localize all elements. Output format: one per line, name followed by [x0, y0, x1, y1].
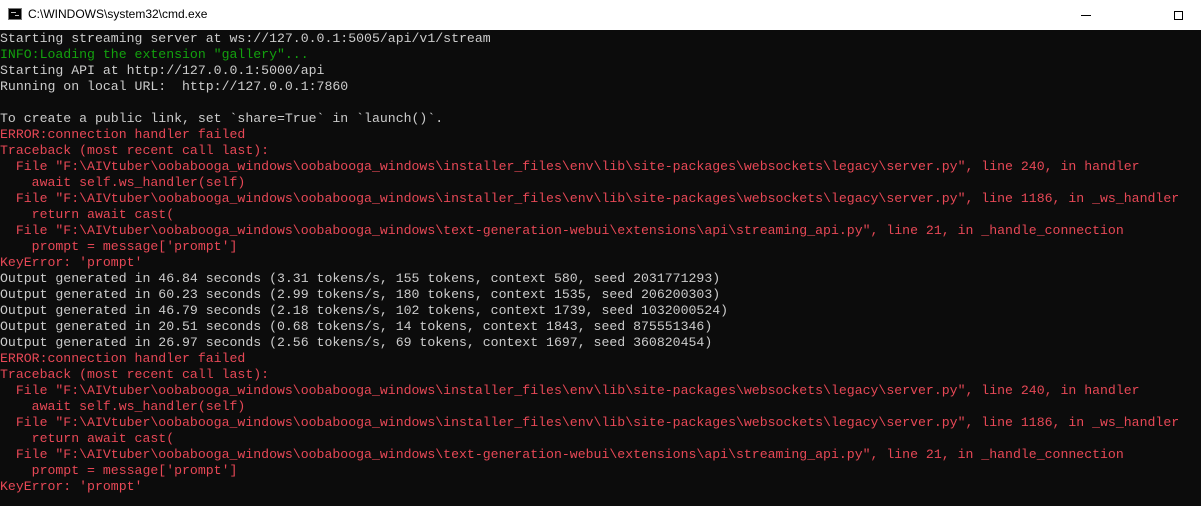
console-line: File "F:\AIVtuber\oobabooga_windows\ooba…: [0, 223, 1124, 238]
maximize-icon: [1173, 10, 1183, 20]
console-line: INFO:Loading the extension "gallery"...: [0, 47, 309, 62]
console-line: await self.ws_handler(self): [0, 175, 246, 190]
maximize-button[interactable]: [1155, 0, 1201, 30]
minimize-icon: [1081, 15, 1091, 16]
console-line: Starting API at http://127.0.0.1:5000/ap…: [0, 63, 325, 78]
console-line: Output generated in 46.84 seconds (3.31 …: [0, 271, 721, 286]
console-line: File "F:\AIVtuber\oobabooga_windows\ooba…: [0, 159, 1140, 174]
minimize-button[interactable]: [1063, 0, 1109, 30]
console-line: File "F:\AIVtuber\oobabooga_windows\ooba…: [0, 191, 1180, 206]
console-line: Output generated in 46.79 seconds (2.18 …: [0, 303, 729, 318]
console-line: File "F:\AIVtuber\oobabooga_windows\ooba…: [0, 415, 1180, 430]
cmd-window: C:\WINDOWS\system32\cmd.exe Starting str…: [0, 0, 1201, 506]
console-line: prompt = message['prompt']: [0, 239, 238, 254]
console-line: File "F:\AIVtuber\oobabooga_windows\ooba…: [0, 447, 1124, 462]
title-bar[interactable]: C:\WINDOWS\system32\cmd.exe: [0, 0, 1201, 30]
console-line: Starting streaming server at ws://127.0.…: [0, 31, 491, 46]
cmd-icon[interactable]: [8, 8, 22, 20]
console-line: Output generated in 60.23 seconds (2.99 …: [0, 287, 721, 302]
console-line: await self.ws_handler(self): [0, 399, 246, 414]
console-line: To create a public link, set `share=True…: [0, 111, 444, 126]
console-line: Output generated in 20.51 seconds (0.68 …: [0, 319, 713, 334]
console-line: File "F:\AIVtuber\oobabooga_windows\ooba…: [0, 383, 1140, 398]
console-line: KeyError: 'prompt': [0, 255, 143, 270]
console-output[interactable]: Starting streaming server at ws://127.0.…: [0, 30, 1201, 506]
console-line: ERROR:connection handler failed: [0, 351, 246, 366]
window-title: C:\WINDOWS\system32\cmd.exe: [28, 7, 208, 21]
console-line: Traceback (most recent call last):: [0, 367, 270, 382]
console-line: ERROR:connection handler failed: [0, 127, 246, 142]
console-line: Traceback (most recent call last):: [0, 143, 270, 158]
console-line: Running on local URL: http://127.0.0.1:7…: [0, 79, 349, 94]
console-line: Output generated in 26.97 seconds (2.56 …: [0, 335, 713, 350]
console-line: prompt = message['prompt']: [0, 463, 238, 478]
console-line: return await cast(: [0, 207, 175, 222]
console-line: KeyError: 'prompt': [0, 479, 143, 494]
console-line: return await cast(: [0, 431, 175, 446]
